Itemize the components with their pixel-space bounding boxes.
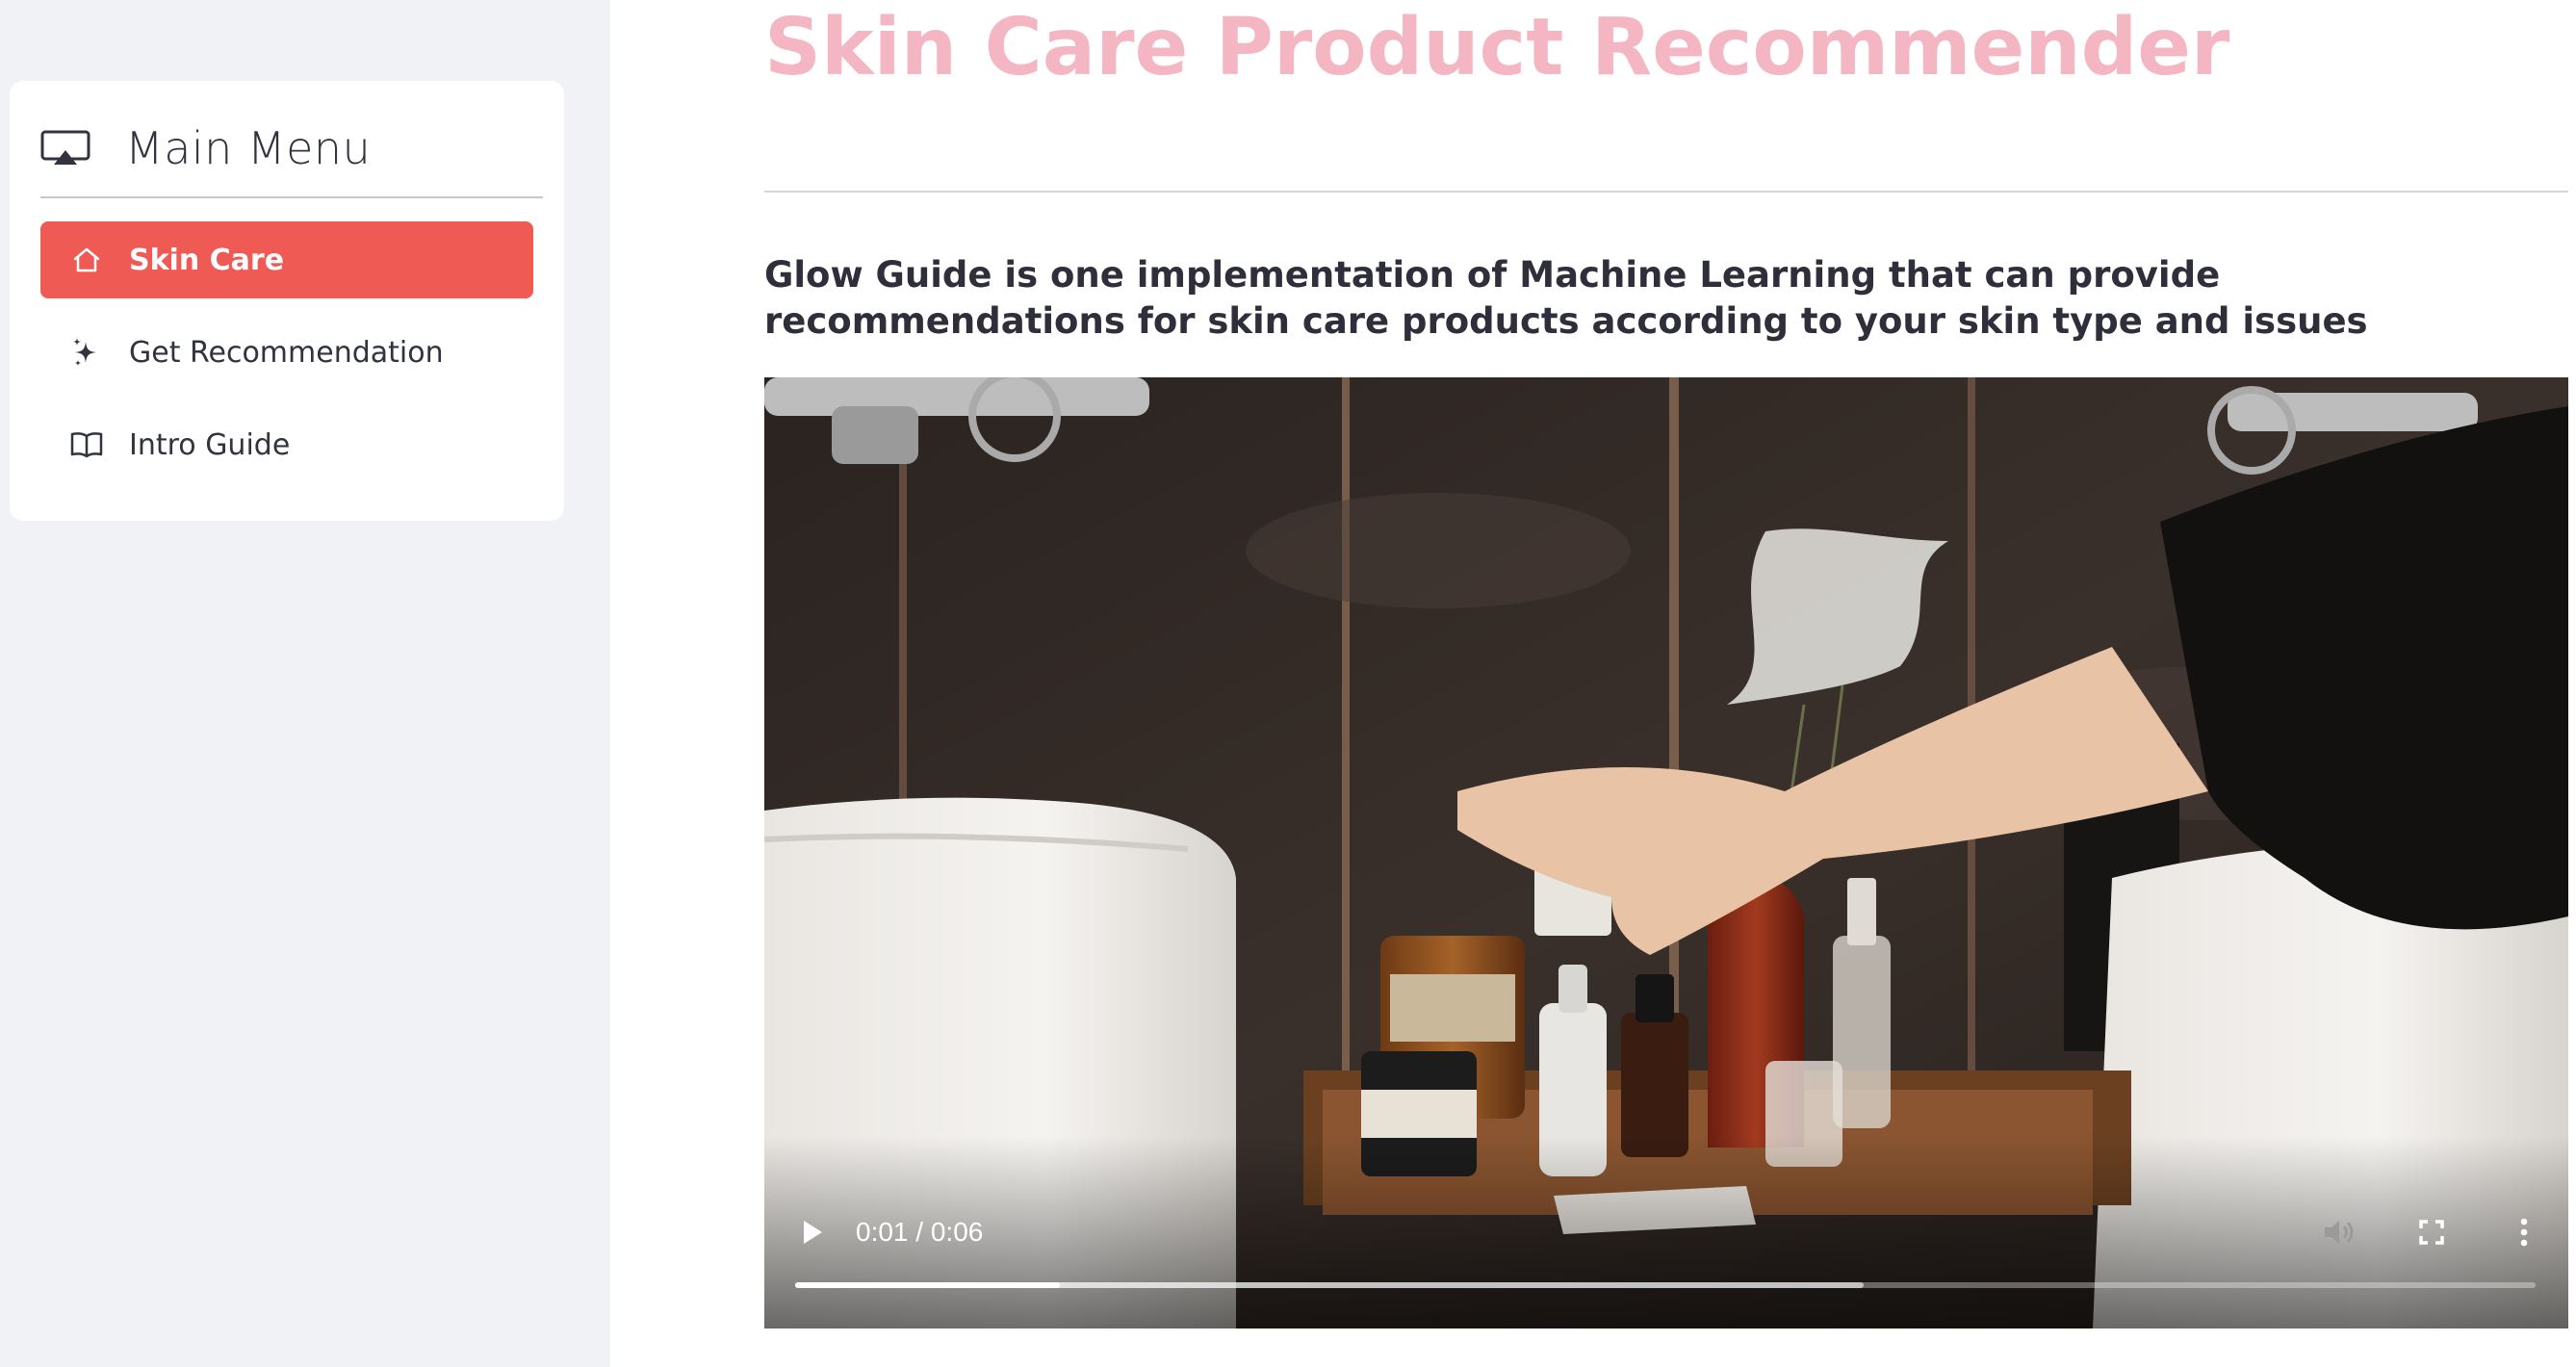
- time-display: 0:01 / 0:06: [856, 1211, 983, 1253]
- duration: 0:06: [930, 1217, 984, 1247]
- menu-item-label: Skin Care: [129, 243, 285, 277]
- monitor-icon: [40, 129, 92, 168]
- current-time: 0:01: [856, 1217, 909, 1247]
- fullscreen-button[interactable]: [2410, 1211, 2453, 1253]
- volume-icon: [2325, 1221, 2354, 1244]
- sparkles-icon: [69, 335, 104, 370]
- play-icon: [804, 1221, 822, 1244]
- menu-header: Main Menu: [40, 114, 543, 183]
- play-button[interactable]: [793, 1213, 832, 1251]
- more-vertical-icon: [2520, 1218, 2528, 1247]
- mute-button[interactable]: [2318, 1211, 2360, 1253]
- controls-overlay: [764, 1136, 2568, 1328]
- menu-divider: [40, 196, 543, 198]
- menu-item-skin-care[interactable]: Skin Care: [40, 221, 533, 298]
- menu-item-label: Intro Guide: [129, 427, 291, 462]
- more-options-button[interactable]: [2503, 1211, 2545, 1253]
- divider: [764, 191, 2568, 193]
- book-icon: [69, 427, 104, 462]
- played-progress: [795, 1282, 1060, 1288]
- video-progress-bar[interactable]: [795, 1282, 2536, 1288]
- house-icon: [69, 243, 104, 277]
- menu-title: Main Menu: [125, 122, 372, 174]
- menu-item-get-recommendation[interactable]: Get Recommendation: [40, 314, 533, 391]
- menu-item-label: Get Recommendation: [129, 335, 444, 370]
- time-separator: /: [908, 1217, 931, 1247]
- menu-item-intro-guide[interactable]: Intro Guide: [40, 406, 533, 483]
- sidebar: Main Menu Skin Care Get Recommendation I…: [0, 0, 610, 1367]
- page-title: Skin Care Product Recommender: [764, 2, 2230, 93]
- main-menu: Main Menu Skin Care Get Recommendation I…: [10, 81, 564, 521]
- video-player[interactable]: 0:01 / 0:06: [764, 377, 2568, 1328]
- fullscreen-icon: [2419, 1220, 2444, 1245]
- main-content: Skin Care Product Recommender Glow Guide…: [764, 0, 2568, 1367]
- page-description: Glow Guide is one implementation of Mach…: [764, 254, 2368, 342]
